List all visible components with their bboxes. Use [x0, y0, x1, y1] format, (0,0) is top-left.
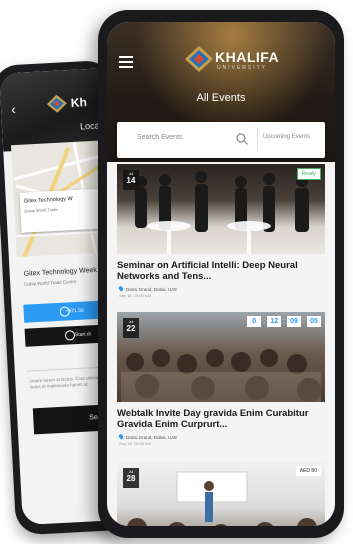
divider: [257, 128, 258, 152]
phone-icon: [59, 306, 71, 317]
event-time: Sep 18, 10:00 AM: [119, 441, 151, 446]
khalifa-logo-icon: [185, 46, 213, 72]
date-badge: Jul 28: [123, 468, 139, 488]
event-location: Dansi Grand, Dubai, UAE: [117, 285, 177, 292]
date-badge: Jul 14: [123, 170, 139, 190]
place-address: Dubai World Trade Centre: [24, 278, 77, 287]
search-icon[interactable]: [235, 132, 249, 146]
event-image: Jul 28 AED 80: [117, 462, 325, 526]
start-directions-label: Start di: [74, 331, 91, 339]
status-badge: Ready: [296, 168, 321, 180]
event-filter-select[interactable]: Upcoming Events: [263, 134, 310, 140]
search-input[interactable]: Search Events: [137, 134, 183, 141]
page-title: Loca: [79, 120, 100, 132]
date-badge: Jul 22: [123, 318, 139, 338]
event-image: Jul 22 0: 12: 09: 05: [117, 312, 325, 402]
filter-bar: Search Events Upcoming Events: [117, 122, 325, 158]
navigation-icon: [64, 330, 76, 341]
map-card-subtitle: Dubai World Trade: [24, 206, 58, 214]
location-pin-icon: [117, 433, 125, 440]
front-phone-screen: KHALIFA UNIVERSITY All Events Search Eve…: [107, 22, 335, 526]
countdown-timer: 0: 12: 09: 05: [247, 316, 321, 327]
event-title[interactable]: Webtalk Invite Day gravida Enim Curabitu…: [117, 408, 325, 430]
price-badge: AED 80: [295, 466, 321, 476]
event-image: Jul 14 Ready: [117, 164, 325, 254]
page-title: All Events: [196, 92, 246, 104]
brand-name: KHALIFA: [215, 49, 280, 65]
khalifa-logo-icon: [46, 94, 67, 113]
event-time: Sep 18, 10:00 AM: [119, 293, 151, 298]
header-brand: Kh: [70, 95, 88, 110]
place-title: Gitex Technology Week: [23, 266, 98, 278]
map-card-title: Gitex Technology W: [23, 196, 73, 205]
back-arrow-icon[interactable]: ‹: [11, 101, 17, 117]
location-pin-icon: [117, 285, 125, 292]
front-phone: KHALIFA UNIVERSITY All Events Search Eve…: [98, 10, 344, 538]
event-location: Dansi Grand, Dubai, UAE: [117, 433, 177, 440]
event-title[interactable]: Seminar on Artificial Intelli: Deep Neur…: [117, 260, 325, 282]
brand-subtitle: UNIVERSITY: [217, 65, 268, 71]
hamburger-menu-icon[interactable]: [119, 56, 133, 71]
